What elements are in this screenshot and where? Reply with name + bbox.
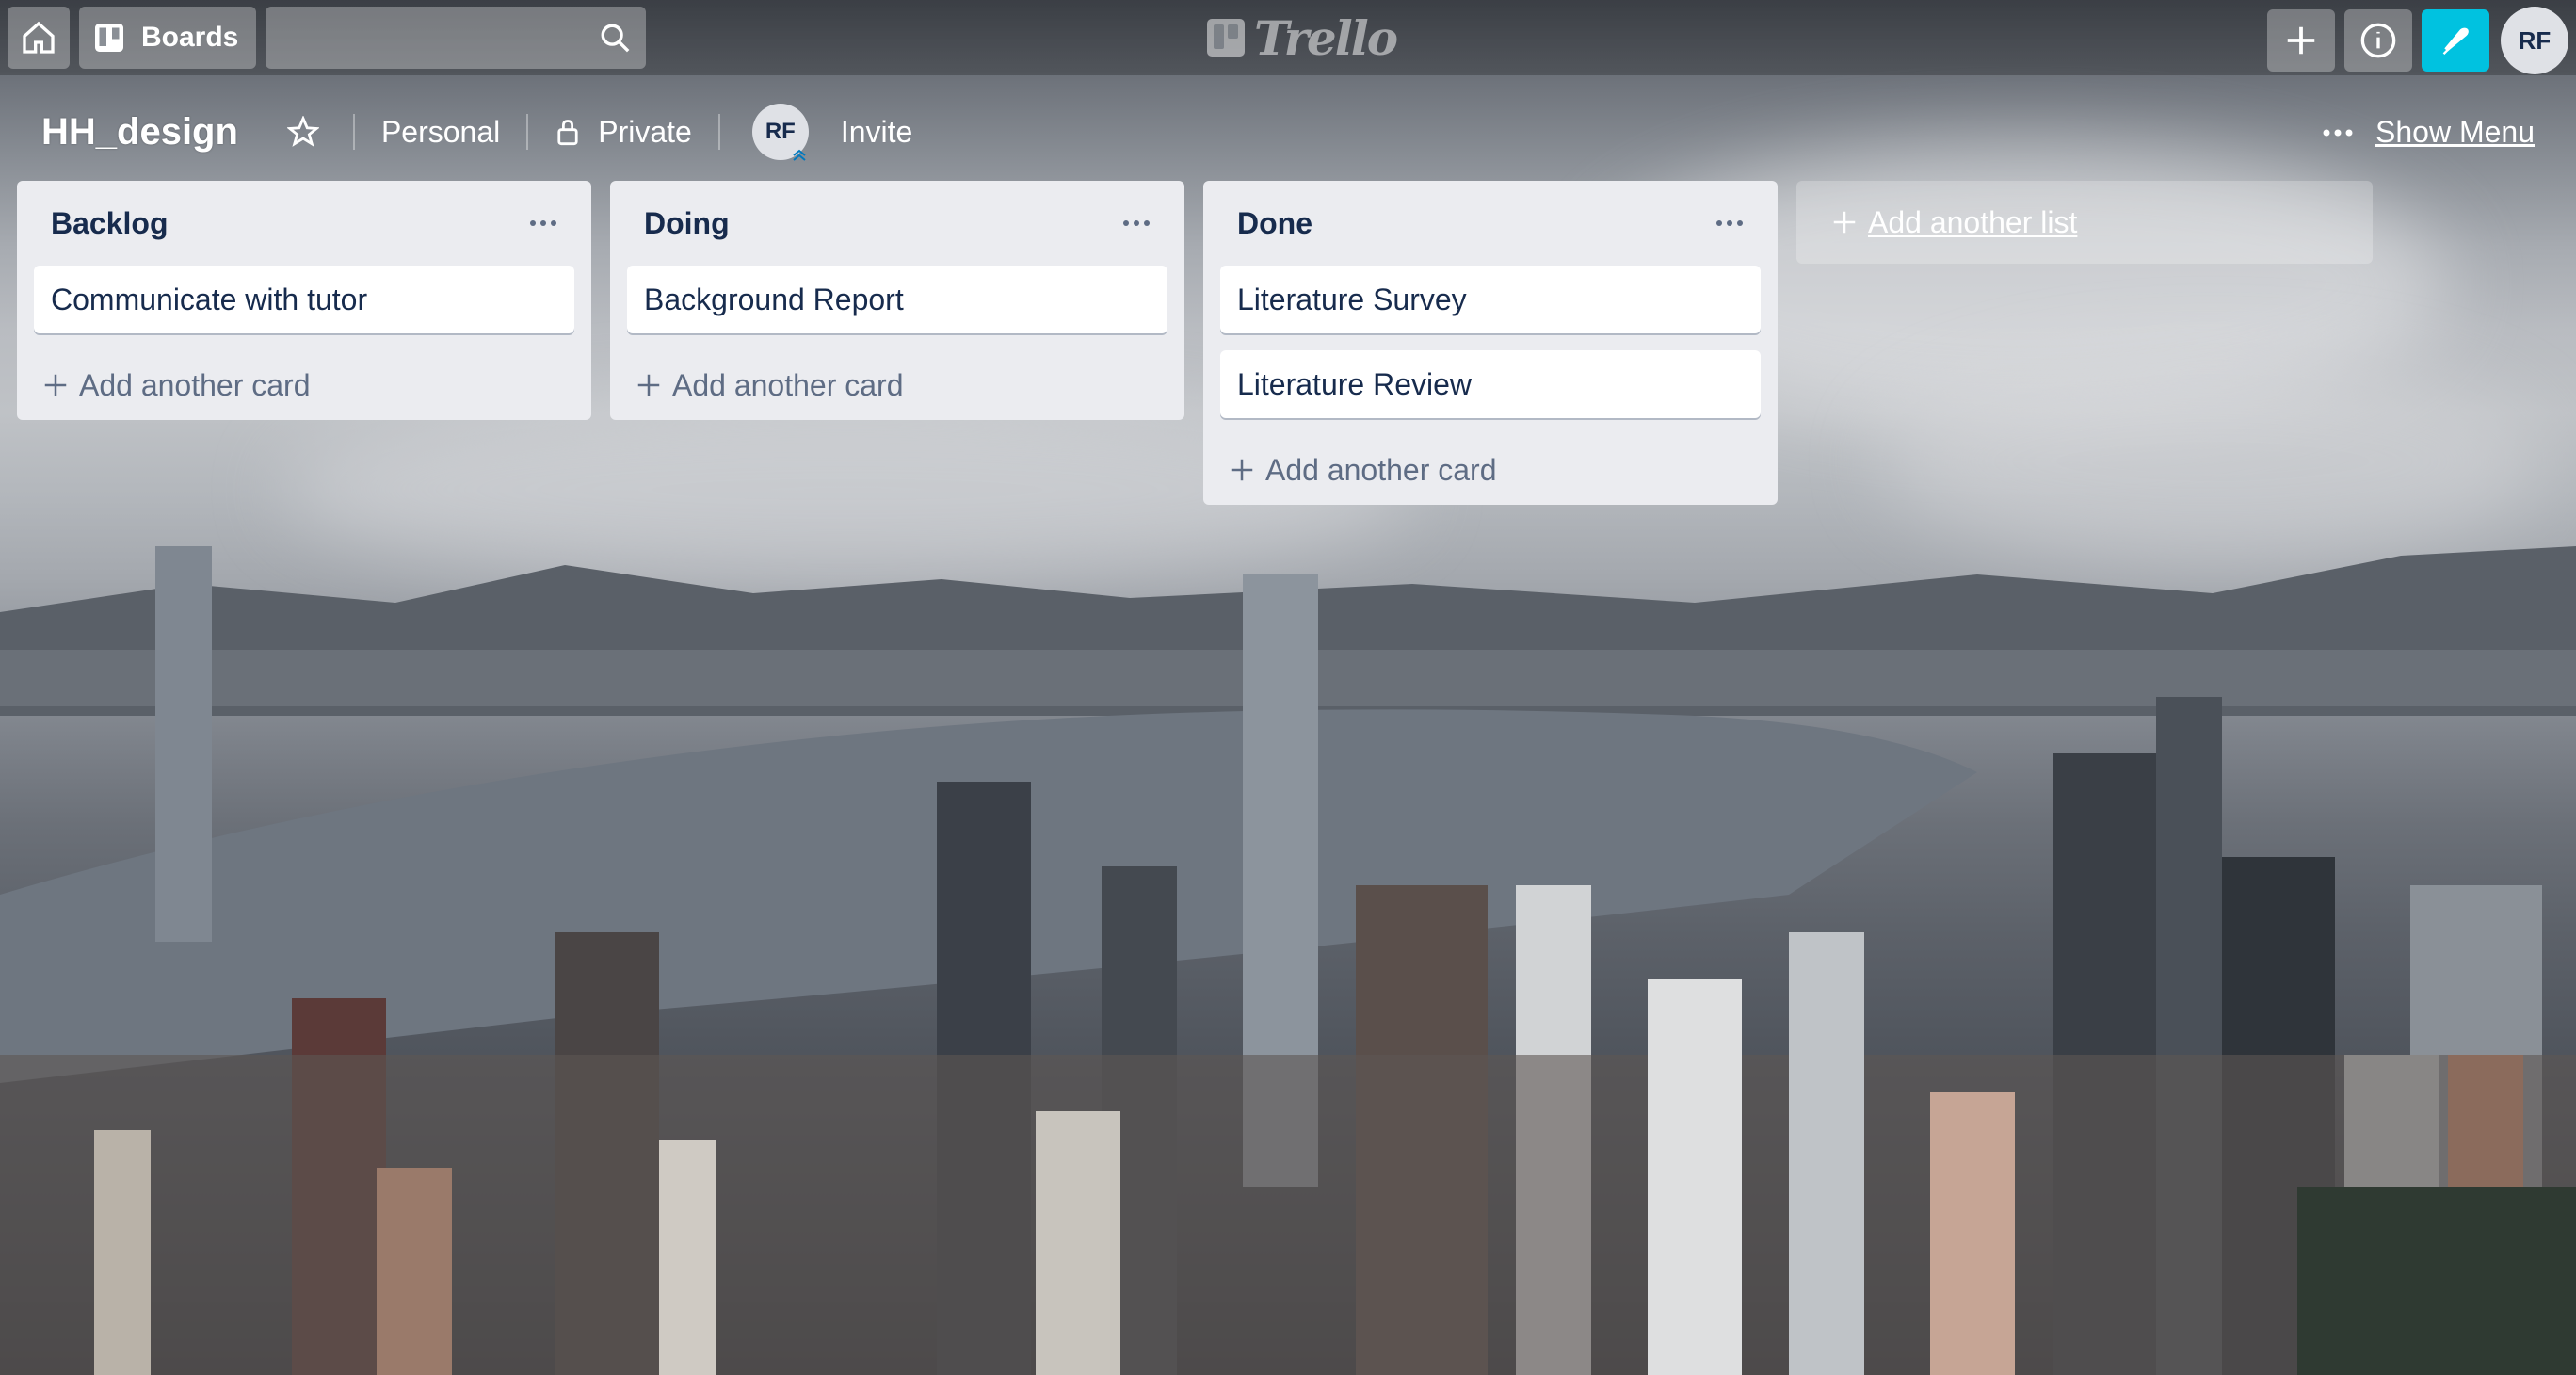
add-card-button[interactable]: Add another card: [627, 350, 1167, 420]
home-icon: [23, 21, 55, 54]
create-button[interactable]: [2267, 9, 2335, 72]
search-field[interactable]: [266, 7, 646, 69]
show-menu-button[interactable]: Show Menu: [2323, 115, 2535, 150]
search-input[interactable]: [266, 7, 646, 69]
info-icon: [2360, 23, 2396, 58]
add-card-button[interactable]: Add another card: [1220, 435, 1761, 505]
list-backlog: Backlog Communicate with tutor Add anoth…: [17, 181, 591, 420]
member-avatar[interactable]: RF: [751, 104, 809, 161]
more-icon[interactable]: [1715, 218, 1744, 228]
info-button[interactable]: [2344, 9, 2412, 72]
separator: [717, 114, 720, 150]
show-menu-label: Show Menu: [2375, 115, 2535, 149]
trello-logo[interactable]: Trello: [1207, 9, 1398, 66]
list-done: Done Literature Survey Literature Review…: [1203, 181, 1778, 505]
add-list-label: Add another list: [1868, 204, 2078, 239]
list-header: Doing: [627, 181, 1167, 266]
boards-label: Boards: [141, 22, 239, 53]
more-icon[interactable]: [1122, 218, 1151, 228]
logo-text: Trello: [1254, 9, 1398, 66]
star-icon: [286, 116, 319, 147]
plus-icon: [637, 374, 660, 396]
add-list-button[interactable]: Add another list: [1796, 181, 2373, 264]
card[interactable]: Literature Review: [1220, 350, 1761, 418]
list-title[interactable]: Doing: [644, 206, 730, 241]
lock-icon: [557, 120, 578, 146]
boards-icon: [95, 24, 123, 52]
privacy-button[interactable]: Private: [528, 115, 718, 150]
notifications-button[interactable]: [2422, 9, 2489, 72]
plus-icon: [1231, 459, 1253, 481]
invite-button[interactable]: Invite: [841, 115, 912, 150]
privacy-label: Private: [598, 114, 692, 149]
more-icon: [2323, 129, 2353, 136]
home-button[interactable]: [8, 7, 70, 69]
header-actions: RF: [2267, 7, 2568, 74]
plus-icon: [1833, 211, 1856, 234]
user-avatar[interactable]: RF: [2501, 7, 2568, 74]
list-doing: Doing Background Report Add another card: [610, 181, 1184, 420]
member-initials: RF: [765, 119, 796, 144]
plus-icon: [2287, 26, 2315, 55]
card[interactable]: Communicate with tutor: [34, 266, 574, 333]
list-title[interactable]: Done: [1237, 206, 1312, 241]
board-title[interactable]: HH_design: [41, 111, 238, 154]
boards-button[interactable]: Boards: [79, 7, 256, 69]
star-board-button[interactable]: [286, 116, 319, 148]
trello-logo-icon: [1207, 19, 1245, 57]
team-label: Personal: [380, 114, 501, 149]
list-header: Done: [1220, 181, 1761, 266]
card[interactable]: Literature Survey: [1220, 266, 1761, 333]
add-card-label: Add another card: [79, 367, 311, 402]
top-header: Boards Trello RF: [0, 0, 2576, 75]
add-card-button[interactable]: Add another card: [34, 350, 574, 420]
more-icon[interactable]: [529, 218, 557, 228]
add-card-label: Add another card: [672, 367, 904, 402]
admin-chevron-icon: [793, 149, 806, 161]
team-visibility-button[interactable]: Personal: [355, 115, 526, 150]
search-icon[interactable]: [599, 22, 631, 54]
card[interactable]: Background Report: [627, 266, 1167, 333]
list-header: Backlog: [34, 181, 574, 266]
board-header: HH_design Personal Private RF Invite: [0, 94, 2576, 170]
add-card-label: Add another card: [1265, 452, 1497, 487]
list-title[interactable]: Backlog: [51, 206, 168, 241]
plus-icon: [44, 374, 67, 396]
notification-icon: [2442, 27, 2469, 55]
